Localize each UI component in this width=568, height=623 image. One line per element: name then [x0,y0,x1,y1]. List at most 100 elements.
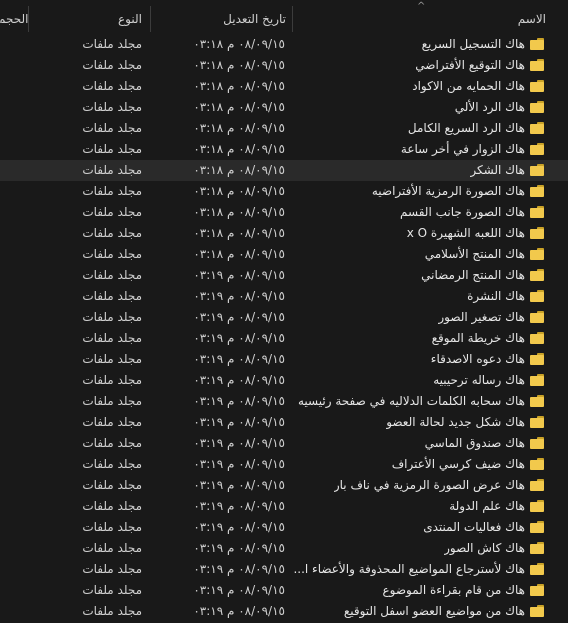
folder-icon [530,374,544,386]
file-row[interactable]: هاك سحابه الكلمات الدلاليه في صفحة رئيسي… [0,391,568,412]
date-modified: ٠٨/٠٩/١٥ م ٠٣:١٩ [193,583,285,597]
file-name[interactable]: هاك فعاليات المنتدى [423,517,525,538]
file-name[interactable]: هاك سحابه الكلمات الدلاليه في صفحة رئيسي… [298,391,525,412]
file-type: مجلد ملفات [82,226,142,240]
file-row[interactable]: هاك من مواضيع العضو اسفل التوقيع ٠٨/٠٩/١٥… [0,601,568,622]
file-name[interactable]: هاك عرض الصورة الرمزية في ناف بار [334,475,525,496]
file-type: مجلد ملفات [82,499,142,513]
file-row[interactable]: هاك الصورة جانب القسم ٠٨/٠٩/١٥ م ٠٣:١٨ مجل… [0,202,568,223]
date-modified: ٠٨/٠٩/١٥ م ٠٣:١٨ [193,37,285,51]
date-modified: ٠٨/٠٩/١٥ م ٠٣:١٩ [193,373,285,387]
file-row[interactable]: هاك الصورة الرمزية الأفتراضيه ٠٨/٠٩/١٥ م … [0,181,568,202]
file-name[interactable]: هاك المنتج الأسلامي [425,244,525,265]
file-row[interactable]: هاك المنتج الأسلامي ٠٨/٠٩/١٥ م ٠٣:١٨ مجلد … [0,244,568,265]
date-modified: ٠٨/٠٩/١٥ م ٠٣:١٩ [193,520,285,534]
file-row[interactable]: هاك عرض الصورة الرمزية في ناف بار ٠٨/٠٩/١… [0,475,568,496]
date-modified: ٠٨/٠٩/١٥ م ٠٣:١٨ [193,121,285,135]
date-modified: ٠٨/٠٩/١٥ م ٠٣:١٩ [193,604,285,618]
column-divider[interactable] [292,6,293,32]
date-modified: ٠٨/٠٩/١٥ م ٠٣:١٩ [193,394,285,408]
file-name[interactable]: هاك الحمايه من الاكواد [412,76,525,97]
file-name[interactable]: هاك كاش الصور [444,538,525,559]
file-name[interactable]: هاك رساله ترحيبيه [433,370,525,391]
file-row[interactable]: هاك خريطة الموقع ٠٨/٠٩/١٥ م ٠٣:١٩ مجلد ملف… [0,328,568,349]
file-row[interactable]: هاك من قام بقراءة الموضوع ٠٨/٠٩/١٥ م ٠٣:١… [0,580,568,601]
file-row[interactable]: هاك دعوه الاصدقاء ٠٨/٠٩/١٥ م ٠٣:١٩ مجلد مل… [0,349,568,370]
date-modified: ٠٨/٠٩/١٥ م ٠٣:١٨ [193,184,285,198]
file-row[interactable]: هاك النشرة ٠٨/٠٩/١٥ م ٠٣:١٩ مجلد ملفات [0,286,568,307]
file-type: مجلد ملفات [82,163,142,177]
file-row[interactable]: هاك رساله ترحيبيه ٠٨/٠٩/١٥ م ٠٣:١٩ مجلد مل… [0,370,568,391]
file-type: مجلد ملفات [82,457,142,471]
file-name[interactable]: هاك ضيف كرسي الأعتراف [392,454,525,475]
file-type: مجلد ملفات [82,100,142,114]
file-list: هاك التسجيل السريع ٠٨/٠٩/١٥ م ٠٣:١٨ مجلد م… [0,34,568,622]
file-explorer: ^ الاسم تاريخ التعديل النوع الحجم هاك ال… [0,0,568,623]
file-type: مجلد ملفات [82,373,142,387]
date-modified: ٠٨/٠٩/١٥ م ٠٣:١٨ [193,247,285,261]
file-name[interactable]: هاك علم الدولة [449,496,525,517]
file-type: مجلد ملفات [82,289,142,303]
folder-icon [530,332,544,344]
file-row[interactable]: هاك الشكر ٠٨/٠٩/١٥ م ٠٣:١٨ مجلد ملفات [0,160,568,181]
file-name[interactable]: هاك النشرة [467,286,525,307]
file-row[interactable]: هاك الحمايه من الاكواد ٠٨/٠٩/١٥ م ٠٣:١٨ مج… [0,76,568,97]
file-row[interactable]: هاك التسجيل السريع ٠٨/٠٩/١٥ م ٠٣:١٨ مجلد م… [0,34,568,55]
column-header-date-modified[interactable]: تاريخ التعديل [223,11,286,27]
file-name[interactable]: هاك من قام بقراءة الموضوع [383,580,526,601]
folder-icon [530,80,544,92]
file-name[interactable]: هاك تصغير الصور [438,307,525,328]
file-row[interactable]: هاك شكل جديد لحالة العضو ٠٨/٠٩/١٥ م ٠٣:١٩… [0,412,568,433]
file-name[interactable]: هاك الصورة جانب القسم [400,202,525,223]
file-row[interactable]: هاك كاش الصور ٠٨/٠٩/١٥ م ٠٣:١٩ مجلد ملفات [0,538,568,559]
file-name[interactable]: هاك خريطة الموقع [432,328,525,349]
column-header-size[interactable]: الحجم [0,11,28,27]
folder-icon [530,521,544,533]
file-type: مجلد ملفات [82,268,142,282]
file-row[interactable]: هاك علم الدولة ٠٨/٠٩/١٥ م ٠٣:١٩ مجلد ملفات [0,496,568,517]
file-row[interactable]: هاك فعاليات المنتدى ٠٨/٠٩/١٥ م ٠٣:١٩ مجلد … [0,517,568,538]
file-name[interactable]: هاك التسجيل السريع [422,34,525,55]
file-type: مجلد ملفات [82,520,142,534]
column-header-type[interactable]: النوع [118,11,142,27]
file-type: مجلد ملفات [82,205,142,219]
file-row[interactable]: هاك الرد الألي ٠٨/٠٩/١٥ م ٠٣:١٨ مجلد ملفات [0,97,568,118]
column-header-name[interactable]: الاسم [518,11,546,27]
file-row[interactable]: هاك لأسترجاع المواضيع المحذوفة والأعضاء … [0,559,568,580]
folder-icon [530,290,544,302]
file-row[interactable]: هاك تصغير الصور ٠٨/٠٩/١٥ م ٠٣:١٩ مجلد ملفا… [0,307,568,328]
file-name[interactable]: هاك شكل جديد لحالة العضو [386,412,525,433]
file-row[interactable]: هاك ضيف كرسي الأعتراف ٠٨/٠٩/١٥ م ٠٣:١٩ مجل… [0,454,568,475]
file-name[interactable]: هاك اللعبه الشهيرة x O [407,223,525,244]
folder-icon [530,164,544,176]
file-row[interactable]: هاك الزوار في أخر ساعة ٠٨/٠٩/١٥ م ٠٣:١٨ مج… [0,139,568,160]
file-name[interactable]: هاك التوقيع الأفتراضي [415,55,525,76]
file-name[interactable]: هاك لأسترجاع المواضيع المحذوفة والأعضاء … [293,559,525,580]
file-type: مجلد ملفات [82,331,142,345]
file-name[interactable]: هاك صندوق الماسي [425,433,525,454]
folder-icon [530,59,544,71]
date-modified: ٠٨/٠٩/١٥ م ٠٣:١٩ [193,436,285,450]
file-name[interactable]: هاك الصورة الرمزية الأفتراضيه [372,181,525,202]
file-type: مجلد ملفات [82,436,142,450]
file-name[interactable]: هاك الرد الألي [455,97,525,118]
column-divider[interactable] [150,6,151,32]
file-name[interactable]: هاك دعوه الاصدقاء [431,349,525,370]
file-name[interactable]: هاك الزوار في أخر ساعة [401,139,525,160]
file-name[interactable]: هاك المنتج الرمضاني [421,265,525,286]
folder-icon [530,122,544,134]
file-name[interactable]: هاك من مواضيع العضو اسفل التوقيع [344,601,525,622]
file-row[interactable]: هاك صندوق الماسي ٠٨/٠٩/١٥ م ٠٣:١٩ مجلد ملف… [0,433,568,454]
folder-icon [530,416,544,428]
file-row[interactable]: هاك الرد السريع الكامل ٠٨/٠٩/١٥ م ٠٣:١٨ مج… [0,118,568,139]
file-type: مجلد ملفات [82,541,142,555]
folder-icon [530,458,544,470]
file-type: مجلد ملفات [82,478,142,492]
folder-icon [530,269,544,281]
file-row[interactable]: هاك المنتج الرمضاني ٠٨/٠٩/١٥ م ٠٣:١٩ مجلد … [0,265,568,286]
file-name[interactable]: هاك الشكر [470,160,525,181]
folder-icon [530,185,544,197]
file-name[interactable]: هاك الرد السريع الكامل [408,118,525,139]
file-row[interactable]: هاك اللعبه الشهيرة x O ٠٨/٠٩/١٥ م ٠٣:١٨ مج… [0,223,568,244]
file-row[interactable]: هاك التوقيع الأفتراضي ٠٨/٠٩/١٥ م ٠٣:١٨ مجل… [0,55,568,76]
